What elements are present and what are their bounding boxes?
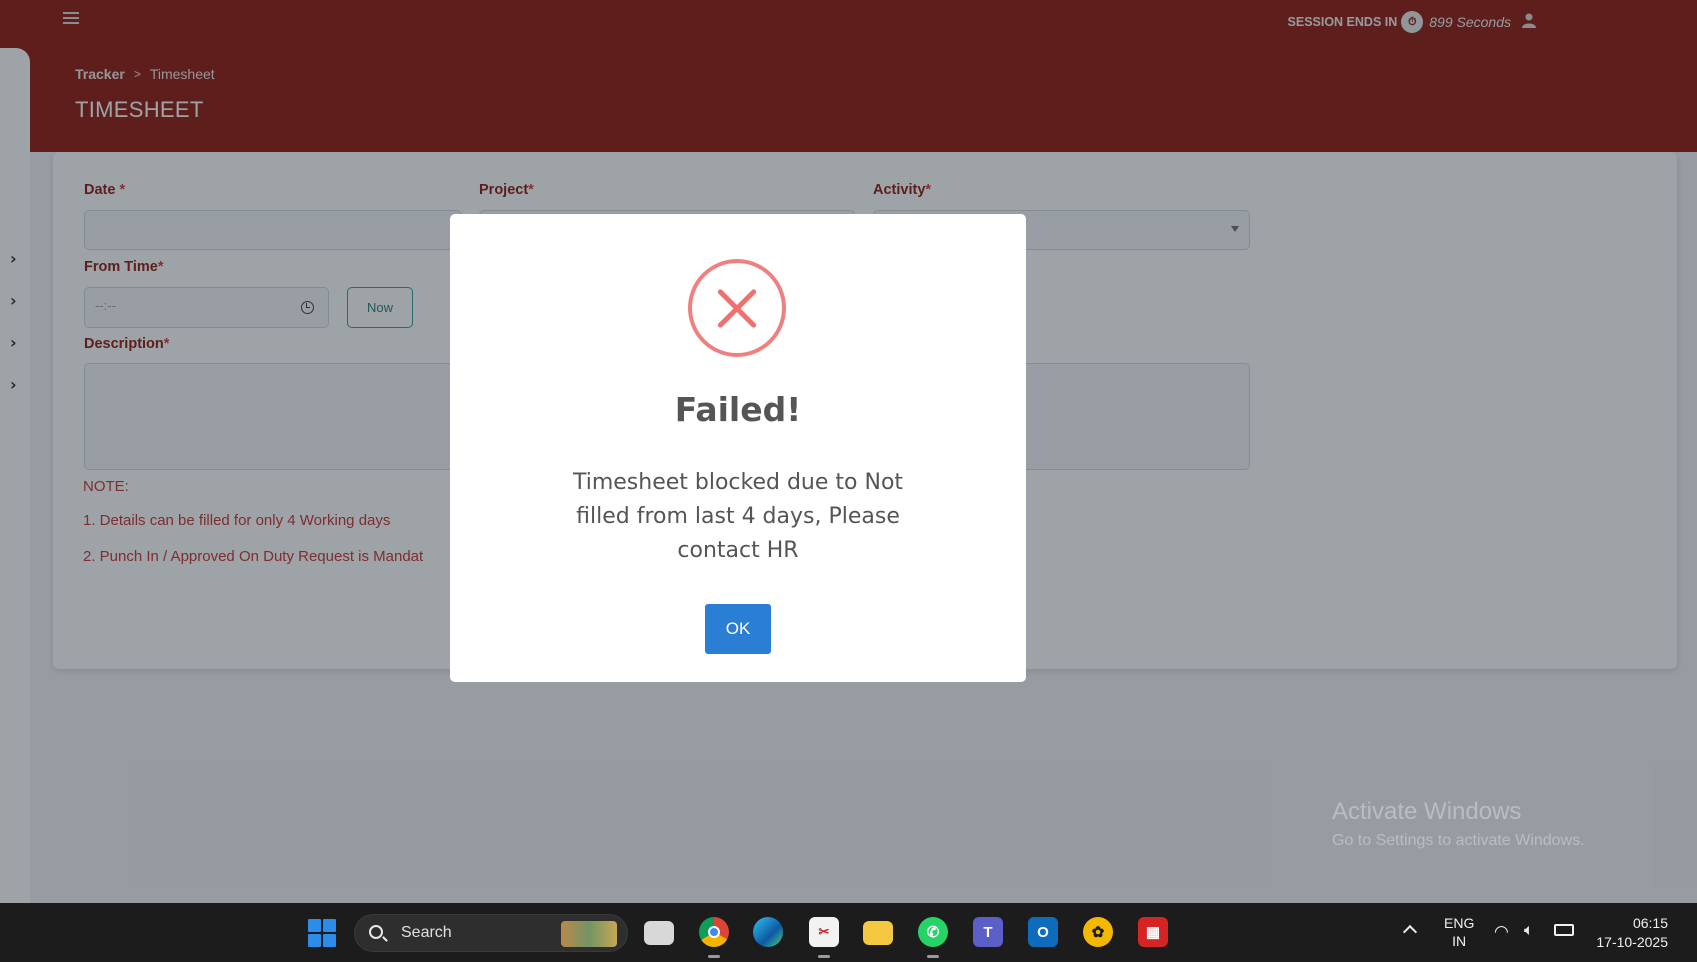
show-hidden-icons-chevron-icon[interactable] bbox=[1402, 924, 1418, 940]
file-explorer-icon[interactable] bbox=[863, 921, 893, 945]
running-indicator bbox=[927, 955, 939, 958]
volume-icon[interactable]: 🔈︎ bbox=[1524, 922, 1534, 940]
windows-start-icon[interactable] bbox=[308, 919, 336, 947]
clock-area[interactable]: 06:15 17-10-2025 bbox=[1590, 914, 1668, 952]
dialog-title: Failed! bbox=[674, 390, 802, 429]
windows-taskbar: Search ✂ ✆ T O ✿ ▦ ENG IN ◠ 🔈︎ 06:15 17-… bbox=[0, 903, 1697, 962]
watermark-line-2: Go to Settings to activate Windows. bbox=[1332, 832, 1585, 849]
chrome-icon[interactable] bbox=[699, 917, 729, 947]
error-x-icon bbox=[688, 259, 786, 357]
dialog-message: Timesheet blocked due to Not filled from… bbox=[572, 470, 904, 563]
wifi-icon[interactable]: ◠ bbox=[1494, 922, 1509, 942]
paw-app-icon[interactable]: ✿ bbox=[1083, 917, 1113, 947]
running-indicator bbox=[818, 955, 830, 958]
ok-button[interactable]: OK bbox=[705, 604, 771, 654]
language-code: ENG bbox=[1444, 915, 1475, 931]
clock-time: 06:15 bbox=[1632, 915, 1668, 931]
search-icon bbox=[369, 925, 383, 939]
whatsapp-icon[interactable]: ✆ bbox=[918, 917, 948, 947]
outlook-icon[interactable]: O bbox=[1028, 917, 1058, 947]
search-highlight-image bbox=[561, 921, 617, 947]
language-indicator[interactable]: ENG IN bbox=[1444, 914, 1474, 950]
activate-windows-watermark: Activate Windows Go to Settings to activ… bbox=[1332, 798, 1585, 850]
taskbar-search-box[interactable]: Search bbox=[354, 914, 628, 952]
teams-icon[interactable]: T bbox=[973, 917, 1003, 947]
region-code: IN bbox=[1452, 933, 1467, 949]
watermark-line-1: Activate Windows bbox=[1332, 798, 1522, 825]
edge-icon[interactable] bbox=[753, 917, 783, 947]
search-placeholder: Search bbox=[401, 924, 452, 941]
task-view-icon[interactable] bbox=[644, 921, 674, 945]
security-shield-icon[interactable]: ▦ bbox=[1138, 917, 1168, 947]
clock-date: 17-10-2025 bbox=[1596, 934, 1668, 950]
snipping-tool-icon[interactable]: ✂ bbox=[809, 917, 839, 947]
battery-icon[interactable] bbox=[1554, 924, 1574, 936]
failed-dialog: Failed! Timesheet blocked due to Not fil… bbox=[450, 214, 1026, 682]
running-indicator bbox=[708, 955, 720, 958]
